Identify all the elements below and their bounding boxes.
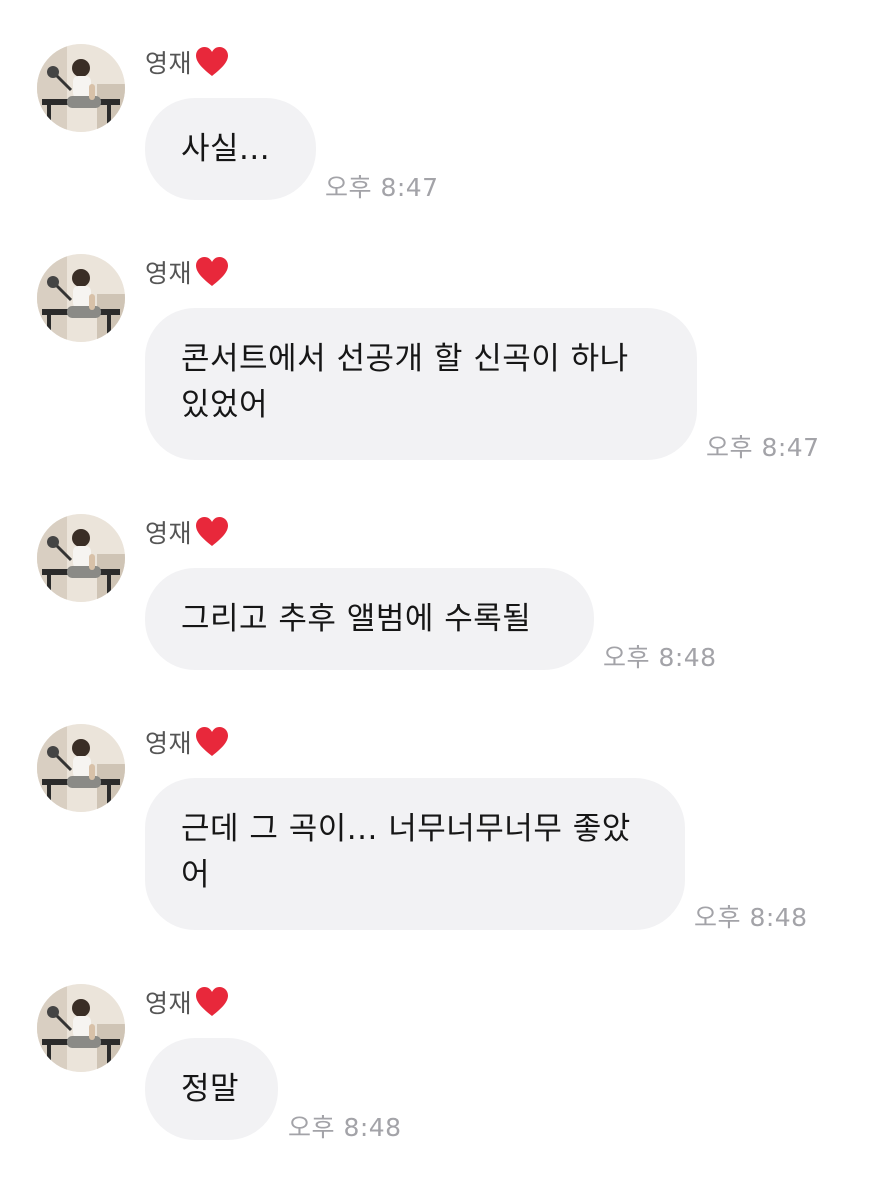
message-timestamp: 오후 8:48 <box>694 903 808 932</box>
message-text: 사실... <box>181 131 271 167</box>
red-heart-icon <box>195 516 229 548</box>
sender-name: 영재 <box>145 514 229 550</box>
red-heart-icon <box>195 986 229 1018</box>
avatar[interactable] <box>37 44 125 132</box>
message-timestamp: 오후 8:47 <box>706 433 820 462</box>
profile-photo-image <box>37 44 125 132</box>
profile-photo-image <box>37 254 125 342</box>
avatar[interactable] <box>37 724 125 812</box>
message-text: 정말 <box>181 1071 240 1107</box>
message-bubble[interactable]: 사실... <box>145 98 316 200</box>
red-heart-icon <box>195 256 229 288</box>
sender-name: 영재 <box>145 254 229 290</box>
avatar[interactable] <box>37 254 125 342</box>
message-text: 근데 그 곡이... 너무너무너무 좋았어 <box>181 811 631 893</box>
message-item: 영재 그리고 추후 앨범에 수록될 오후 8:48 <box>0 514 881 674</box>
message-bubble[interactable]: 정말 <box>145 1038 278 1140</box>
profile-photo-image <box>37 514 125 602</box>
message-item: 영재 사실... 오후 8:47 <box>0 44 881 204</box>
avatar[interactable] <box>37 514 125 602</box>
sender-name: 영재 <box>145 984 229 1020</box>
message-text: 콘서트에서 선공개 할 신곡이 하나 있었어 <box>181 341 629 423</box>
message-timestamp: 오후 8:48 <box>603 643 717 672</box>
message-item: 영재 근데 그 곡이... 너무너무너무 좋았어 오후 8:48 <box>0 724 881 934</box>
message-item: 영재 정말 오후 8:48 <box>0 984 881 1144</box>
profile-photo-image <box>37 984 125 1072</box>
message-bubble[interactable]: 콘서트에서 선공개 할 신곡이 하나 있었어 <box>145 308 697 460</box>
message-text: 그리고 추후 앨범에 수록될 <box>181 601 532 637</box>
message-bubble[interactable]: 근데 그 곡이... 너무너무너무 좋았어 <box>145 778 685 930</box>
red-heart-icon <box>195 46 229 78</box>
profile-photo-image <box>37 724 125 812</box>
sender-name: 영재 <box>145 724 229 760</box>
message-item: 영재 콘서트에서 선공개 할 신곡이 하나 있었어 오후 8:47 <box>0 254 881 464</box>
message-bubble[interactable]: 그리고 추후 앨범에 수록될 <box>145 568 594 670</box>
red-heart-icon <box>195 726 229 758</box>
avatar[interactable] <box>37 984 125 1072</box>
message-timestamp: 오후 8:47 <box>325 173 439 202</box>
message-timestamp: 오후 8:48 <box>288 1113 402 1142</box>
sender-name: 영재 <box>145 44 229 80</box>
